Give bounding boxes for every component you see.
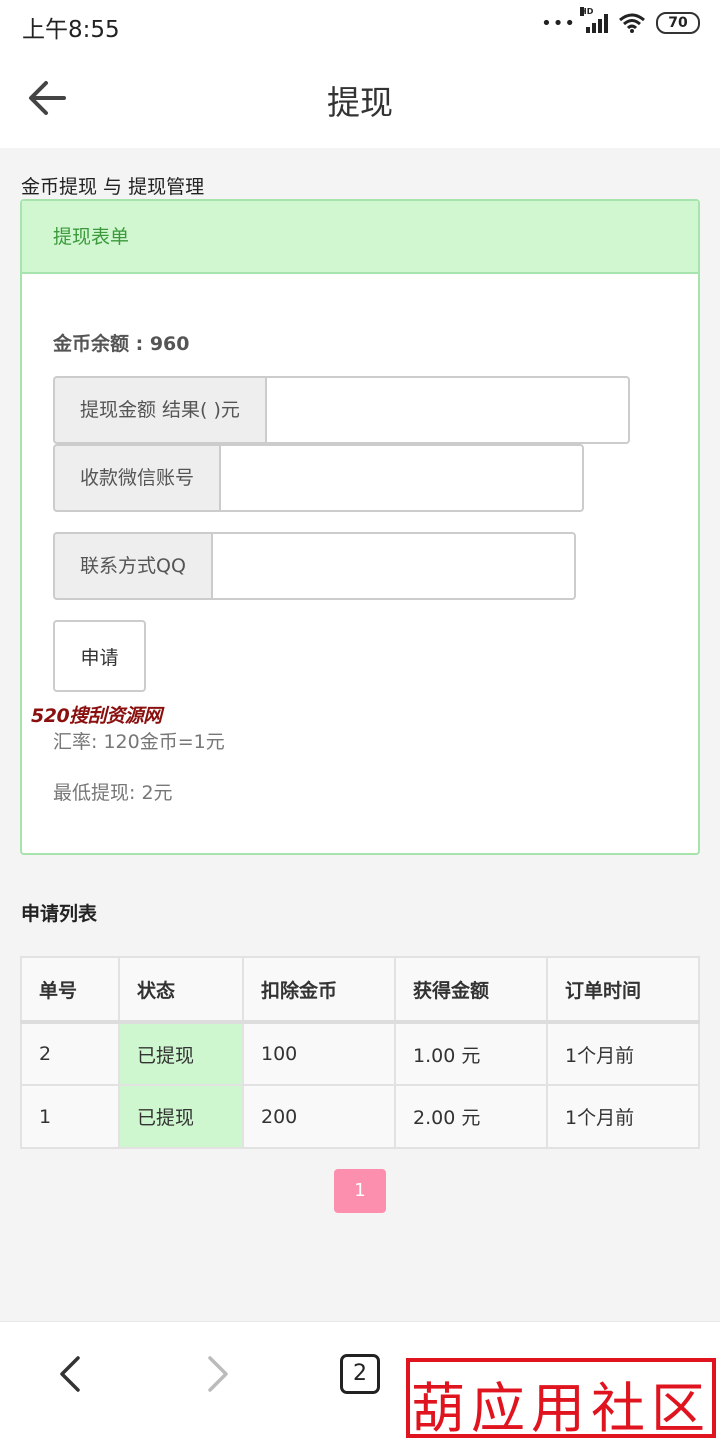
minimum-withdraw-text: 最低提现: 2元 <box>53 782 173 804</box>
cell-order-no: 2 <box>20 1021 120 1086</box>
table-row: 2 已提现 100 1.00 元 1个月前 <box>20 1021 700 1086</box>
cell-coins-deducted: 200 <box>242 1084 396 1149</box>
qq-contact-label: 联系方式QQ <box>53 532 211 600</box>
status-icons: ••• HD 70 <box>541 7 700 34</box>
watermark-stamp: 葫应用社区 <box>406 1358 716 1440</box>
qq-contact-input[interactable] <box>210 532 576 600</box>
tabs-count-button[interactable]: 2 <box>340 1354 380 1394</box>
cell-amount-received: 2.00 元 <box>394 1084 548 1149</box>
qq-contact-group: 联系方式QQ <box>53 532 576 600</box>
section-heading: 金币提现 与 提现管理 <box>21 176 205 198</box>
pagination-page-current[interactable]: 1 <box>334 1169 386 1213</box>
coin-balance: 金币余额 : 960 <box>53 333 190 355</box>
battery-icon: 70 <box>656 12 700 34</box>
table-row: 1 已提现 200 2.00 元 1个月前 <box>20 1084 700 1149</box>
more-dots-icon: ••• <box>541 12 576 34</box>
cell-amount-received: 1.00 元 <box>394 1021 548 1086</box>
withdraw-form-panel: 提现表单 金币余额 : 960 提现金额 结果( )元 收款微信账号 联系方式Q… <box>20 199 700 855</box>
withdraw-amount-label: 提现金额 结果( )元 <box>53 376 265 444</box>
status-bar: 上午8:55 ••• HD 70 <box>0 0 720 50</box>
application-list-title: 申请列表 <box>21 903 98 925</box>
wechat-account-label: 收款微信账号 <box>53 444 220 512</box>
table-header-row: 单号 状态 扣除金币 获得金额 订单时间 <box>20 956 700 1023</box>
application-table: 单号 状态 扣除金币 获得金额 订单时间 2 已提现 100 1.00 元 1个… <box>20 956 700 1149</box>
column-header-order-time: 订单时间 <box>546 956 700 1023</box>
column-header-order-no: 单号 <box>20 956 120 1023</box>
cell-order-time: 1个月前 <box>546 1084 700 1149</box>
signal-icon: HD <box>580 7 608 33</box>
column-header-amount-received: 获得金额 <box>394 956 548 1023</box>
page-title: 提现 <box>327 83 393 122</box>
column-header-status: 状态 <box>118 956 244 1023</box>
cell-order-no: 1 <box>20 1084 120 1149</box>
cell-status: 已提现 <box>118 1021 244 1086</box>
cell-coins-deducted: 100 <box>242 1021 396 1086</box>
column-header-coins-deducted: 扣除金币 <box>242 956 396 1023</box>
withdraw-amount-input[interactable] <box>264 376 630 444</box>
wechat-account-input[interactable] <box>219 444 585 512</box>
chevron-right-icon[interactable] <box>202 1354 234 1394</box>
panel-title: 提现表单 <box>22 201 698 274</box>
network-type-label: HD <box>580 7 594 16</box>
stamp-text: 葫应用社区 <box>411 1377 711 1440</box>
app-header: 提现 <box>0 50 720 148</box>
chevron-left-icon[interactable] <box>54 1354 86 1394</box>
exchange-rate-text: 汇率: 120金币=1元 <box>53 731 225 753</box>
wechat-account-group: 收款微信账号 <box>53 444 585 512</box>
cell-status: 已提现 <box>118 1084 244 1149</box>
withdraw-amount-group: 提现金额 结果( )元 <box>53 376 630 444</box>
site-watermark: 520搜刮资源网 <box>31 705 162 727</box>
apply-button[interactable]: 申请 <box>53 620 146 692</box>
wifi-icon <box>619 13 645 33</box>
cell-order-time: 1个月前 <box>546 1021 700 1086</box>
status-time: 上午8:55 <box>22 17 120 43</box>
